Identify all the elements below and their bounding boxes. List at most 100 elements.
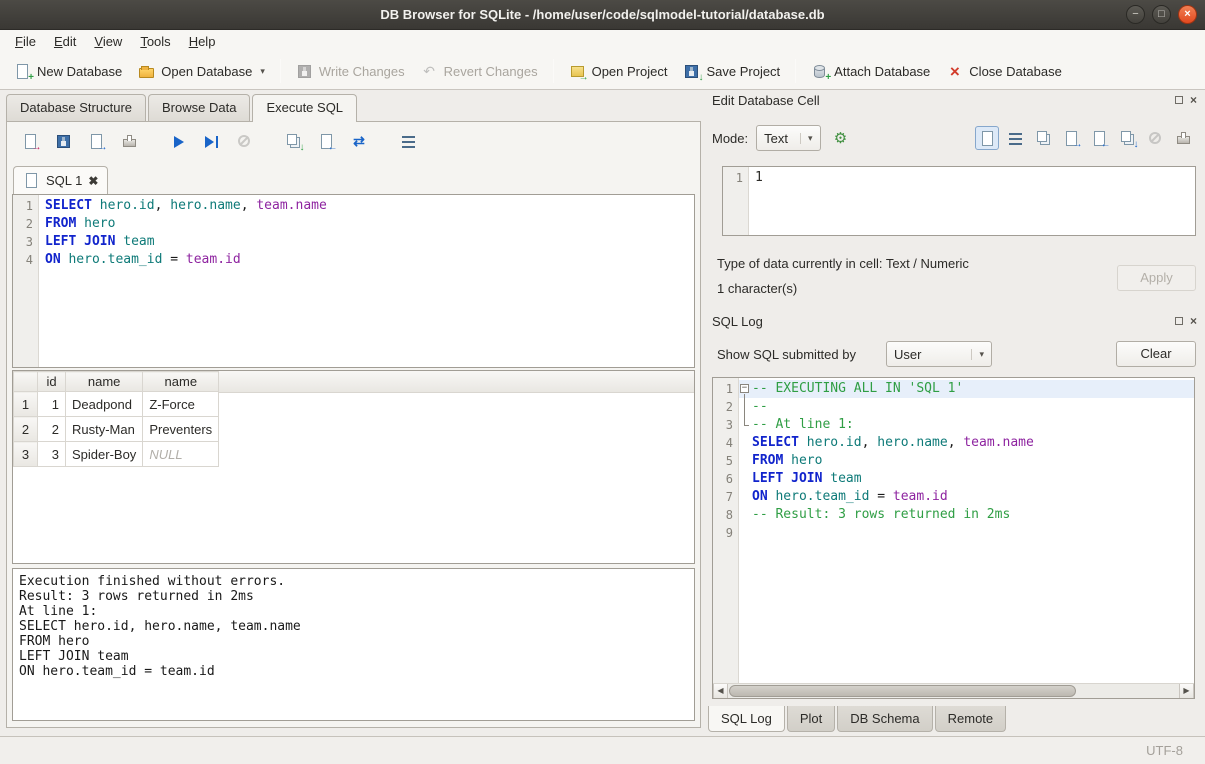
scroll-right-icon[interactable]: ▶	[1179, 684, 1194, 698]
format-sql-button[interactable]	[395, 128, 421, 154]
word-wrap-button[interactable]	[1003, 126, 1027, 150]
dock-tab-db-schema[interactable]: DB Schema	[837, 706, 932, 732]
cell[interactable]: Spider-Boy	[66, 442, 143, 467]
export-sql-button[interactable]: →	[83, 128, 109, 154]
log-line-numbers: 123456789	[713, 378, 739, 683]
button-label: Open Project	[592, 64, 668, 79]
grid-corner[interactable]	[14, 372, 38, 392]
horizontal-scrollbar[interactable]: ◀ ▶	[713, 683, 1194, 698]
log-filter-select[interactable]: User ▾	[886, 341, 992, 367]
log-line: SELECT hero.id, hero.name, team.name	[739, 434, 1194, 452]
mode-select[interactable]: Text ▾	[756, 125, 820, 151]
row-header[interactable]: 1	[14, 392, 38, 417]
code-line: SELECT hero.id, hero.name, team.name	[45, 197, 694, 215]
output-line: FROM hero	[19, 634, 688, 649]
execute-sql-panel: → → ↓ ← ⇄ SQL 1 ✖ 1234 SELECT hero.id, hero.…	[6, 121, 701, 728]
write-changes-icon	[296, 63, 313, 80]
menu-file[interactable]: File	[6, 32, 45, 51]
find-replace-button[interactable]: ⇄	[346, 128, 372, 154]
tab-browse-data[interactable]: Browse Data	[148, 94, 250, 121]
menu-edit[interactable]: Edit	[45, 32, 85, 51]
clear-button[interactable]: Clear	[1116, 341, 1196, 367]
tab-sql-1[interactable]: SQL 1 ✖	[13, 166, 108, 196]
dock-tab-plot[interactable]: Plot	[787, 706, 835, 732]
log-line	[739, 524, 1194, 542]
save-cell-button[interactable]: ↓	[1115, 126, 1139, 150]
export-button[interactable]: ←	[1087, 126, 1111, 150]
close-panel-icon[interactable]: ×	[1190, 95, 1197, 105]
open-project-icon: →	[569, 63, 586, 80]
cell[interactable]: Rusty-Man	[66, 417, 143, 442]
close-panel-icon[interactable]: ×	[1190, 316, 1197, 326]
menu-tools[interactable]: Tools	[131, 32, 179, 51]
scrollbar-thumb[interactable]	[729, 685, 1076, 697]
row-header[interactable]: 2	[14, 417, 38, 442]
log-content: −-- EXECUTING ALL IN 'SQL 1'---- At line…	[739, 378, 1194, 683]
set-null-icon	[1147, 130, 1164, 147]
print-icon	[1175, 130, 1192, 147]
cell[interactable]: Z-Force	[143, 392, 219, 417]
main-toolbar: +New DatabaseOpen Database▾Write Changes…	[0, 53, 1205, 90]
settings-button[interactable]: ⚙	[829, 126, 853, 150]
close-tab-icon[interactable]: ✖	[88, 175, 98, 187]
button-label: Open Database	[161, 64, 252, 79]
column-header-name[interactable]: name	[143, 372, 219, 392]
menu-view[interactable]: View	[85, 32, 131, 51]
save-sql-button[interactable]	[50, 128, 76, 154]
cell-editor[interactable]: 1 1	[722, 166, 1196, 236]
dock-tab-sql-log[interactable]: SQL Log	[708, 706, 785, 732]
button-label: Revert Changes	[444, 64, 538, 79]
menu-help[interactable]: Help	[180, 32, 225, 51]
print-button[interactable]	[1171, 126, 1195, 150]
print-button[interactable]	[116, 128, 142, 154]
sql-log-header: SQL Log ×	[712, 314, 1199, 332]
row-header[interactable]: 3	[14, 442, 38, 467]
open-database-icon	[138, 63, 155, 80]
execute-all-button[interactable]	[165, 128, 191, 154]
code-line: FROM hero	[45, 215, 694, 233]
tab-database-structure[interactable]: Database Structure	[6, 94, 146, 121]
open-database-button[interactable]: Open Database▾	[130, 58, 273, 85]
minimize-button[interactable]: −	[1126, 5, 1145, 24]
open-project-button[interactable]: → Open Project	[561, 58, 676, 85]
menubar: FileEditViewToolsHelp	[0, 30, 1205, 53]
dock-tab-remote[interactable]: Remote	[935, 706, 1007, 732]
sql-editor[interactable]: 1234 SELECT hero.id, hero.name, team.nam…	[12, 194, 695, 368]
close-button[interactable]: ×	[1178, 5, 1197, 24]
close-database-button[interactable]: ×Close Database	[938, 58, 1070, 85]
save-project-button[interactable]: ↓Save Project	[675, 58, 788, 85]
column-header-id[interactable]: id	[38, 372, 66, 392]
copy-button[interactable]	[1031, 126, 1055, 150]
export-results-button[interactable]: ↓	[280, 128, 306, 154]
cell[interactable]: Deadpond	[66, 392, 143, 417]
window-controls: −□ ×	[1126, 5, 1197, 24]
column-header-name[interactable]: name	[66, 372, 143, 392]
attach-database-button[interactable]: +Attach Database	[803, 58, 938, 85]
cell[interactable]: 2	[38, 417, 66, 442]
output-line: At line 1:	[19, 604, 688, 619]
import-button[interactable]: →	[1059, 126, 1083, 150]
export-sql-icon: →	[88, 133, 105, 150]
execute-line-button[interactable]	[198, 128, 224, 154]
code-line: ON hero.team_id = team.id	[45, 251, 694, 269]
maximize-button[interactable]: □	[1152, 5, 1171, 24]
save-results-button[interactable]: ←	[313, 128, 339, 154]
text-mode-button[interactable]	[975, 126, 999, 150]
cell[interactable]: NULL	[143, 442, 219, 467]
scroll-left-icon[interactable]: ◀	[713, 684, 728, 698]
open-sql-button[interactable]: →	[17, 128, 43, 154]
cell[interactable]: Preventers	[143, 417, 219, 442]
float-panel-icon[interactable]	[1175, 96, 1183, 104]
sql-log-view[interactable]: 123456789 −-- EXECUTING ALL IN 'SQL 1'--…	[712, 377, 1195, 699]
tab-execute-sql[interactable]: Execute SQL	[252, 94, 357, 122]
scrollbar-track[interactable]	[728, 684, 1179, 698]
float-panel-icon[interactable]	[1175, 317, 1183, 325]
cell[interactable]: 1	[38, 392, 66, 417]
new-database-button[interactable]: +New Database	[6, 58, 130, 85]
titlebar: DB Browser for SQLite - /home/user/code/…	[0, 0, 1205, 30]
execute-all-icon	[170, 133, 187, 150]
cell[interactable]: 3	[38, 442, 66, 467]
fold-collapse-icon[interactable]: −	[739, 380, 752, 398]
fold-guide	[739, 470, 752, 488]
dock-tabbar: SQL LogPlotDB SchemaRemote	[708, 706, 1008, 733]
